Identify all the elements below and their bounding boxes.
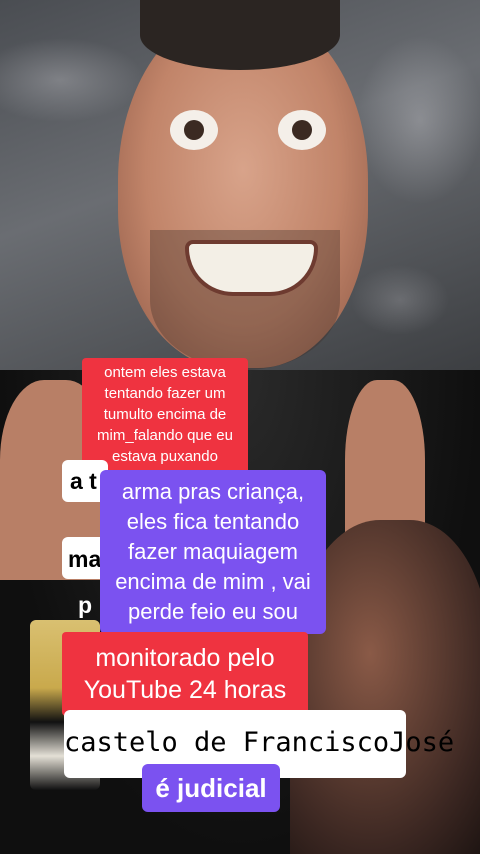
left-eye xyxy=(170,110,218,150)
hair xyxy=(140,0,340,70)
caption-purple-bottom: é judicial xyxy=(142,764,280,812)
caption-line: encima de mim , vai xyxy=(115,569,311,594)
caption-line: perde feio eu sou xyxy=(127,599,299,624)
caption-line: fazer maquiagem xyxy=(128,539,298,564)
caption-line: tumulto encima de xyxy=(103,406,227,423)
caption-line: mim_falando que eu xyxy=(97,427,233,444)
caption-line: YouTube 24 horas xyxy=(83,676,287,704)
caption-partial-p: p xyxy=(78,592,93,618)
caption-line: eles fica tentando xyxy=(126,509,300,534)
caption-line: monitorado pelo xyxy=(95,644,275,672)
caption-red-bottom: monitorado pelo YouTube 24 horas xyxy=(62,632,308,716)
caption-line: ontem eles estava xyxy=(104,364,226,381)
caption-line: arma pras criança, xyxy=(121,479,305,504)
caption-red-top: ontem eles estava tentando fazer um tumu… xyxy=(82,358,248,476)
video-frame: ontem eles estava tentando fazer um tumu… xyxy=(0,0,480,854)
caption-line: tentando fazer um xyxy=(104,385,226,402)
caption-purple-main: arma pras criança, eles fica tentando fa… xyxy=(100,470,326,634)
right-eye xyxy=(278,110,326,150)
